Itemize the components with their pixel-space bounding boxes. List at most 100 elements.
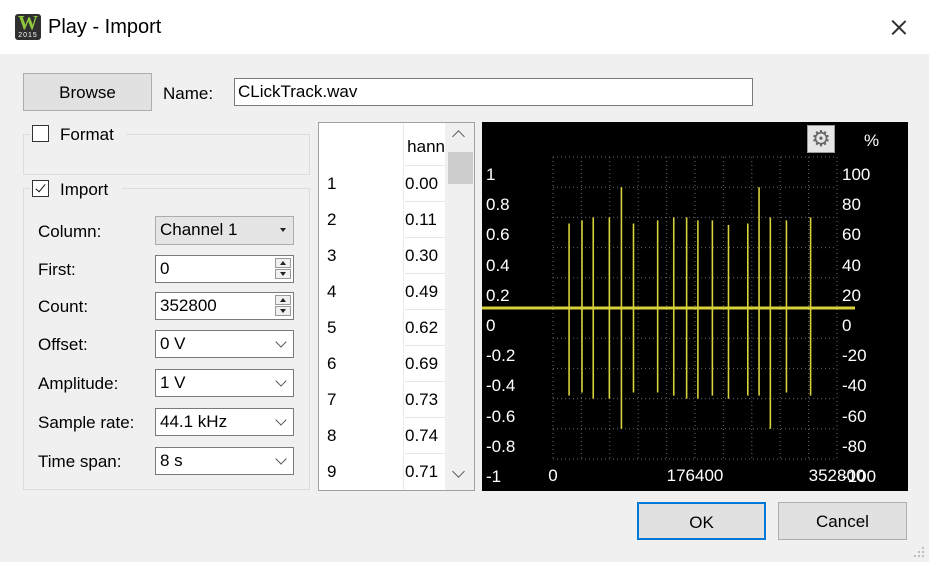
row-number: 9 — [327, 462, 337, 481]
units-percent-label: % — [864, 131, 880, 150]
close-icon[interactable] — [880, 8, 918, 46]
y-right-tick-label: 60 — [842, 225, 861, 245]
amplitude-label: Amplitude: — [38, 374, 119, 393]
first-spin-buttons[interactable] — [275, 258, 291, 280]
dropdown-arrow-icon — [280, 228, 286, 232]
column-dropdown[interactable]: Channel 1 — [155, 216, 294, 245]
import-label: Import — [60, 180, 109, 199]
row-number: 5 — [327, 318, 337, 337]
table-cell[interactable]: 0.30 — [405, 237, 445, 274]
row-number: 8 — [327, 426, 337, 445]
y-left-tick-label: -0.8 — [486, 436, 516, 456]
scroll-down-icon[interactable] — [452, 465, 465, 478]
table-cell[interactable]: 0.69 — [405, 345, 445, 382]
window-title: Play - Import — [48, 16, 162, 38]
table-cell[interactable]: 0.74 — [405, 417, 445, 454]
y-left-tick-label: -0.2 — [486, 346, 516, 366]
table-cell[interactable]: 0.49 — [405, 273, 445, 310]
y-right-tick-label: -20 — [842, 346, 867, 366]
row-number: 6 — [327, 354, 337, 373]
sample-rate-value: 44.1 kHz — [160, 412, 228, 431]
format-label: Format — [60, 125, 114, 144]
y-left-tick-label: 0.2 — [486, 285, 510, 305]
x-tick-label: 352800 — [808, 466, 866, 485]
spin-down-icon[interactable] — [275, 306, 291, 316]
browse-button[interactable]: Browse — [23, 73, 152, 111]
ok-button[interactable]: OK — [637, 502, 766, 540]
gear-icon[interactable]: ⚙ — [807, 125, 835, 153]
row-number: 4 — [327, 282, 337, 301]
offset-label: Offset: — [38, 335, 88, 354]
column-divider — [403, 123, 404, 490]
row-number: 3 — [327, 246, 337, 265]
y-right-tick-label: -40 — [842, 376, 867, 396]
table-column-header[interactable]: hann — [405, 137, 445, 157]
amplitude-value: 1 V — [160, 373, 186, 392]
y-left-tick-label: 0.8 — [486, 195, 510, 215]
count-value: 352800 — [160, 296, 217, 315]
waveform-plot — [482, 156, 855, 460]
x-tick-label: 176400 — [666, 466, 724, 485]
sample-rate-combobox[interactable]: 44.1 kHz — [155, 408, 294, 436]
spin-up-icon[interactable] — [275, 258, 291, 268]
first-label: First: — [38, 260, 76, 279]
spin-up-icon[interactable] — [275, 295, 291, 305]
time-span-combobox[interactable]: 8 s — [155, 447, 294, 475]
name-label: Name: — [163, 84, 214, 103]
y-left-tick-label: 0.4 — [486, 255, 510, 275]
row-number: 7 — [327, 390, 337, 409]
scroll-up-icon[interactable] — [452, 130, 465, 143]
cancel-button[interactable]: Cancel — [778, 502, 907, 540]
offset-combobox[interactable]: 0 V — [155, 330, 294, 358]
format-checkbox[interactable] — [32, 125, 49, 142]
title-bar: W 2015 Play - Import — [0, 0, 929, 54]
y-right-tick-label: 20 — [842, 285, 861, 305]
y-right-tick-label: 100 — [842, 165, 871, 184]
sample-rate-label: Sample rate: — [38, 413, 135, 432]
y-right-tick-label: -80 — [842, 436, 867, 456]
amplitude-combobox[interactable]: 1 V — [155, 369, 294, 397]
y-right-tick-label: 40 — [842, 255, 861, 275]
count-label: Count: — [38, 297, 89, 316]
y-right-tick-label: 0 — [842, 316, 852, 335]
table-cell[interactable]: 0.62 — [405, 309, 445, 346]
first-spinbox[interactable]: 0 — [155, 255, 294, 283]
table-cell[interactable]: 0.00 — [405, 165, 445, 202]
waveform-preview: ⚙ % 1 0.8 0.6 0.4 0.2 0 -0.2 -0.4 -0.6 -0.8 -1 100 8… — [482, 122, 908, 491]
count-spin-buttons[interactable] — [275, 295, 291, 317]
y-right-tick-label: -60 — [842, 406, 867, 426]
row-number: 1 — [327, 174, 337, 193]
column-value: Channel 1 — [160, 220, 238, 239]
resize-grip-icon[interactable] — [912, 545, 926, 559]
time-span-value: 8 s — [160, 451, 183, 470]
time-span-label: Time span: — [38, 452, 122, 471]
chevron-down-icon — [275, 336, 287, 348]
file-name-input[interactable]: CLickTrack.wav — [234, 78, 753, 106]
y-left-tick-label: -1 — [486, 467, 502, 486]
table-scrollbar[interactable] — [445, 123, 474, 490]
column-label: Column: — [38, 222, 102, 241]
chevron-down-icon — [275, 414, 287, 426]
chevron-down-icon — [275, 375, 287, 387]
table-cell[interactable]: 0.11 — [405, 201, 445, 238]
app-icon-year: 2015 — [18, 32, 38, 39]
data-table[interactable]: hann 1 0.00 2 0.11 3 0.30 4 0.49 5 0.62 6 0.69 7 0.73… — [318, 122, 475, 491]
y-left-tick-label: 0.6 — [486, 225, 510, 245]
y-left-tick-label: -0.6 — [486, 406, 516, 426]
import-checkbox[interactable] — [32, 180, 49, 197]
table-cell[interactable]: 0.71 — [405, 453, 445, 490]
count-spinbox[interactable]: 352800 — [155, 292, 294, 320]
y-left-tick-label: -0.4 — [486, 376, 516, 396]
chevron-down-icon — [275, 453, 287, 465]
y-left-tick-label: 1 — [486, 165, 496, 184]
row-number: 2 — [327, 210, 337, 229]
y-left-tick-label: 0 — [486, 316, 496, 335]
table-cell[interactable]: 0.73 — [405, 381, 445, 418]
scroll-thumb[interactable] — [448, 152, 473, 184]
y-right-tick-label: 80 — [842, 195, 861, 215]
x-tick-label: 0 — [548, 466, 558, 485]
spin-down-icon[interactable] — [275, 269, 291, 279]
waveforms-app-icon: W 2015 — [15, 14, 41, 40]
first-value: 0 — [160, 259, 170, 278]
offset-value: 0 V — [160, 334, 186, 353]
